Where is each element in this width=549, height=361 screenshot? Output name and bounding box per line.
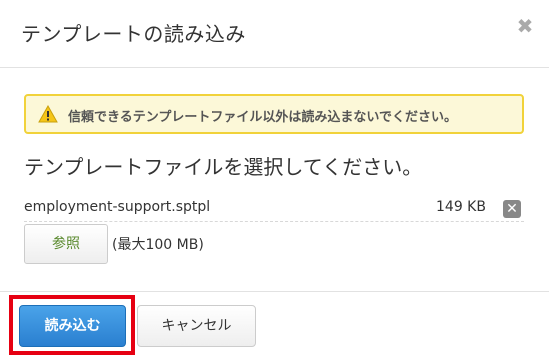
select-file-prompt: テンプレートファイルを選択してください。 [24, 155, 423, 179]
file-name: employment-support.sptpl [24, 199, 211, 215]
dialog-title: テンプレートの読み込み [21, 22, 246, 46]
browse-button[interactable]: 参照 [24, 224, 108, 264]
template-import-dialog: テンプレートの読み込み ✖ 信頼できるテンプレートファイル以外は読み込まないでく… [0, 0, 549, 360]
dialog-header: テンプレートの読み込み ✖ [0, 0, 549, 68]
selected-file-row: employment-support.sptpl 149 KB ✕ [24, 197, 524, 222]
max-size-note: (最大100 MB) [112, 237, 204, 253]
warning-banner: 信頼できるテンプレートファイル以外は読み込まないでください。 [24, 94, 524, 134]
import-button[interactable]: 読み込む [19, 305, 126, 347]
remove-icon[interactable]: ✕ [503, 200, 521, 218]
close-icon[interactable]: ✖ [515, 14, 535, 38]
warning-text: 信頼できるテンプレートファイル以外は読み込まないでください。 [68, 110, 457, 125]
cancel-button[interactable]: キャンセル [137, 305, 256, 347]
file-size: 149 KB [436, 199, 486, 215]
warning-triangle-icon [38, 105, 58, 123]
